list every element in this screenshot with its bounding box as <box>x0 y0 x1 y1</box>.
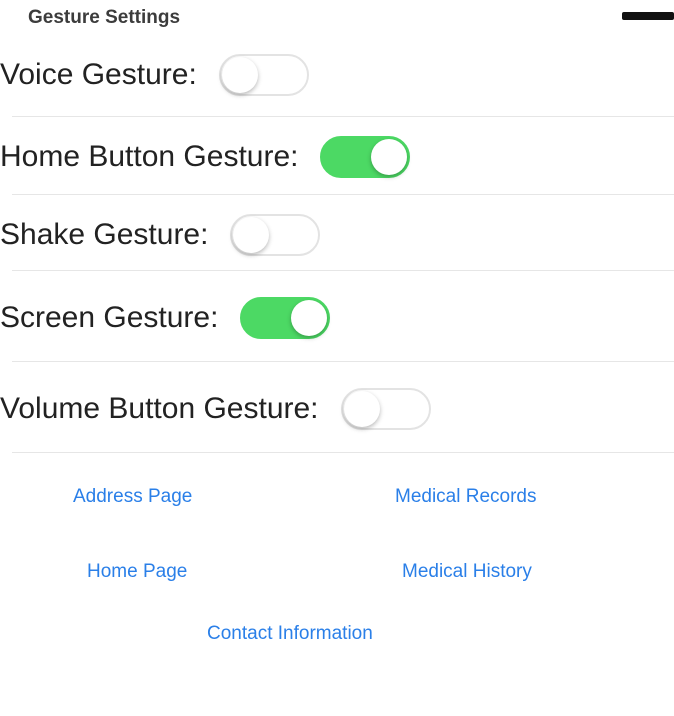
shake-gesture-toggle[interactable] <box>230 214 321 256</box>
toggle-knob <box>371 139 408 175</box>
setting-row-shake-gesture: Shake Gesture: <box>0 205 321 265</box>
toggle-knob <box>233 217 270 253</box>
medical-history-link[interactable]: Medical History <box>402 561 532 583</box>
contact-information-link[interactable]: Contact Information <box>207 623 373 645</box>
divider <box>12 270 674 271</box>
toggle-knob <box>291 300 328 336</box>
setting-row-screen-gesture: Screen Gesture: <box>0 288 331 348</box>
page-title: Gesture Settings <box>28 7 181 28</box>
toggle-knob <box>343 391 380 427</box>
home-button-gesture-toggle[interactable] <box>320 136 411 178</box>
divider <box>12 361 674 362</box>
volume-button-gesture-toggle[interactable] <box>340 388 431 430</box>
home-button-gesture-label: Home Button Gesture: <box>0 140 299 173</box>
screen-gesture-label: Screen Gesture: <box>0 301 219 334</box>
gesture-settings-screen: Gesture Settings Voice Gesture: Home But… <box>0 0 674 716</box>
shake-gesture-label: Shake Gesture: <box>0 218 209 251</box>
setting-row-volume-button-gesture: Volume Button Gesture: <box>0 379 431 439</box>
voice-gesture-label: Voice Gesture: <box>0 58 197 91</box>
voice-gesture-toggle[interactable] <box>218 54 309 96</box>
status-indicator <box>622 12 674 20</box>
medical-records-link[interactable]: Medical Records <box>395 486 537 508</box>
divider <box>12 116 674 117</box>
home-page-link[interactable]: Home Page <box>87 561 187 583</box>
divider <box>12 194 674 195</box>
divider <box>12 452 674 453</box>
setting-row-voice-gesture: Voice Gesture: <box>0 45 309 105</box>
screen-gesture-toggle[interactable] <box>240 297 331 339</box>
address-page-link[interactable]: Address Page <box>73 486 192 508</box>
volume-button-gesture-label: Volume Button Gesture: <box>0 392 319 425</box>
toggle-knob <box>221 57 258 93</box>
setting-row-home-button-gesture: Home Button Gesture: <box>0 127 411 187</box>
